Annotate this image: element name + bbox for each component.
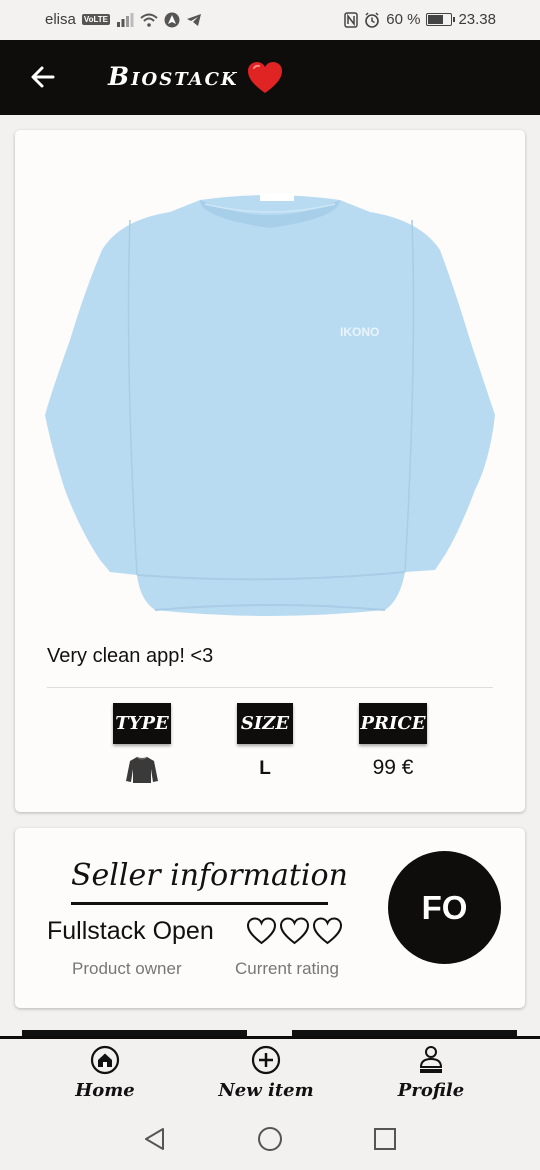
user-icon [419, 1046, 443, 1073]
seller-avatar[interactable]: FO [388, 851, 501, 964]
avatar-initials: FO [421, 888, 468, 926]
plus-circle-icon [251, 1045, 281, 1075]
status-right: 60 % 23.38 [344, 11, 496, 28]
seller-heading: Seller information [71, 858, 348, 893]
size-label: SIZE [237, 703, 293, 744]
product-card[interactable]: IKONO Very clean app! <3 TYPE SIZE PRICE… [15, 130, 525, 812]
nav-new-item-label: New item [218, 1080, 314, 1101]
signal-icon [117, 12, 134, 27]
wifi-icon [140, 13, 158, 27]
alarm-icon [365, 11, 380, 28]
nav-home-label: Home [75, 1080, 135, 1101]
triangle-back-icon[interactable] [142, 1126, 168, 1152]
battery-fill [428, 15, 443, 24]
battery-percent: 60 % [386, 11, 421, 28]
square-recents-icon[interactable] [372, 1126, 398, 1152]
seller-role: Product owner [72, 959, 182, 978]
product-description: Very clean app! <3 [47, 645, 214, 667]
heart-outline-icon [312, 917, 343, 945]
seller-name: Fullstack Open [47, 917, 214, 945]
nav-profile[interactable]: Profile [371, 1045, 491, 1101]
home-icon [90, 1045, 120, 1075]
battery-icon [426, 13, 456, 26]
app-title: Biostack [108, 62, 239, 91]
bottom-nav: Home New item Profile [0, 1036, 540, 1108]
rating-hearts [246, 916, 343, 946]
navigation-app-icon [164, 12, 180, 27]
nfc-icon [344, 11, 358, 28]
app-bar: Biostack [0, 40, 540, 115]
seller-card: Seller information Fullstack Open Produc… [15, 828, 525, 1008]
price-value: 99 € [372, 756, 414, 779]
nav-profile-label: Profile [397, 1080, 465, 1101]
nav-new-item[interactable]: New item [206, 1045, 326, 1101]
circle-home-icon[interactable] [257, 1126, 283, 1152]
system-nav [0, 1108, 540, 1170]
size-value: L [259, 758, 271, 779]
red-heart-icon [248, 62, 282, 93]
clock: 23.38 [458, 11, 496, 28]
heart-outline-icon [279, 917, 310, 945]
nav-home[interactable]: Home [45, 1045, 165, 1101]
volte-badge: VoLTE [81, 14, 111, 25]
status-bar: elisa VoLTE 60 % 23.38 [0, 0, 540, 40]
sweatshirt-icon [126, 756, 158, 783]
heart-outline-icon [246, 917, 277, 945]
price-label: PRICE [359, 703, 427, 744]
arrow-left-icon[interactable] [28, 62, 58, 92]
type-label: TYPE [113, 703, 171, 744]
divider [47, 687, 493, 688]
sweatshirt-image: IKONO [45, 193, 495, 616]
heading-underline [71, 902, 328, 905]
status-left: elisa VoLTE [45, 11, 202, 28]
rating-label: Current rating [235, 959, 339, 978]
carrier-label: elisa [45, 11, 76, 28]
telegram-icon [187, 13, 202, 26]
svg-text:IKONO: IKONO [340, 325, 379, 339]
